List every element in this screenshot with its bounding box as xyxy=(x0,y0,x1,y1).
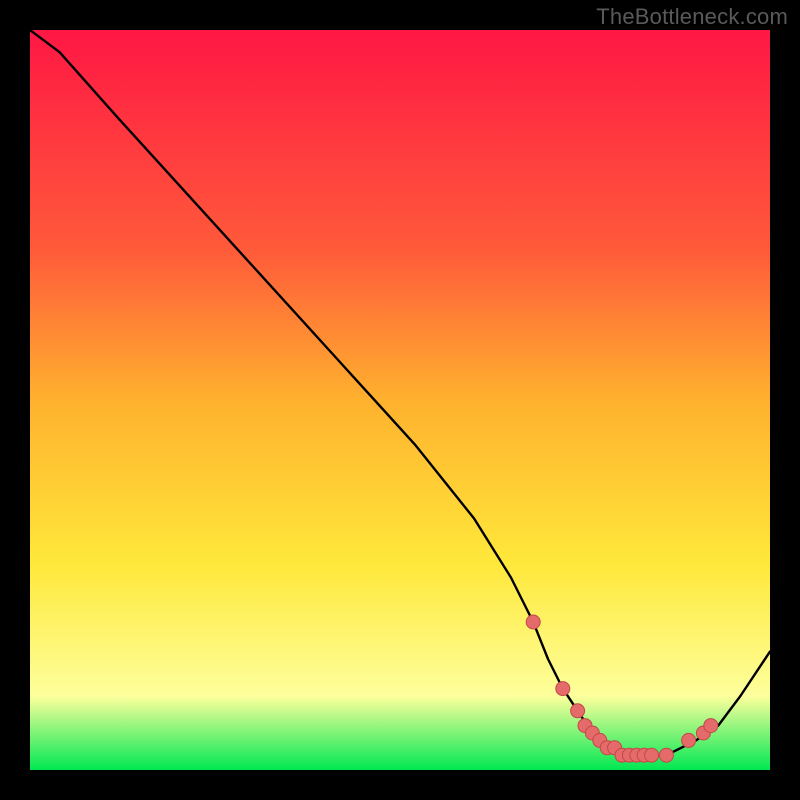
plot-area xyxy=(30,30,770,770)
bottleneck-chart xyxy=(30,30,770,770)
sweet-spot-marker xyxy=(571,704,585,718)
sweet-spot-marker xyxy=(645,748,659,762)
sweet-spot-marker xyxy=(704,719,718,733)
sweet-spot-marker xyxy=(682,733,696,747)
watermark-label: TheBottleneck.com xyxy=(596,4,788,30)
chart-frame: TheBottleneck.com xyxy=(0,0,800,800)
sweet-spot-marker xyxy=(659,748,673,762)
sweet-spot-marker xyxy=(556,682,570,696)
sweet-spot-marker xyxy=(526,615,540,629)
gradient-background xyxy=(30,30,770,770)
